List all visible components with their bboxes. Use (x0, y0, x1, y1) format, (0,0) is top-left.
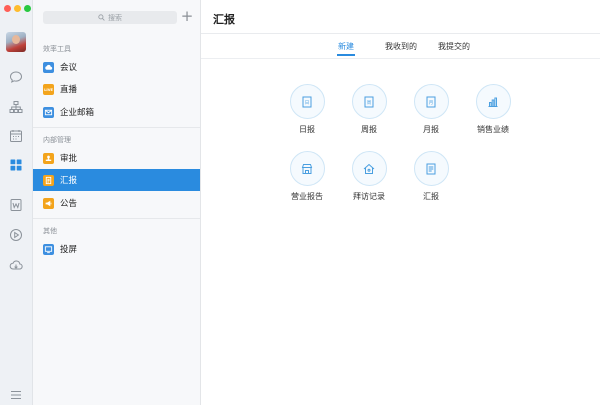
close-window-button[interactable] (4, 5, 11, 12)
template-sales-performance[interactable]: 销售业绩 (463, 84, 523, 144)
tab-received[interactable]: 我收到的 (385, 41, 417, 52)
sales-chart-icon (475, 84, 511, 119)
sidebar-item-label: 会议 (60, 63, 78, 73)
template-daily-report[interactable]: 日 日报 (277, 84, 337, 144)
section-title-other: 其他 (43, 227, 57, 235)
minimize-window-button[interactable] (14, 5, 21, 12)
tab-submitted[interactable]: 我提交的 (438, 41, 470, 52)
template-weekly-report[interactable]: 周 周报 (339, 84, 399, 144)
report-doc-icon (413, 151, 449, 186)
template-label: 汇报 (423, 192, 439, 201)
template-monthly-report[interactable]: 月 月报 (401, 84, 461, 144)
svg-text:LIVE: LIVE (44, 87, 53, 91)
approval-icon (43, 152, 54, 164)
header: 汇报 (201, 0, 600, 34)
svg-text:月: 月 (429, 100, 434, 106)
store-icon (289, 151, 325, 186)
screen-cast-icon (43, 243, 54, 255)
weekly-report-icon: 周 (351, 84, 387, 119)
template-report[interactable]: 汇报 (401, 151, 461, 211)
menu-icon[interactable] (9, 388, 23, 402)
template-label: 月报 (423, 125, 439, 134)
sidebar-item-approval[interactable]: 审批 (33, 147, 200, 169)
sidebar-divider (33, 218, 200, 219)
daily-report-icon: 日 (289, 84, 325, 119)
section-title-efficiency: 效率工具 (43, 45, 71, 53)
search-placeholder: 搜索 (108, 13, 122, 22)
report-icon (43, 174, 54, 186)
section-title-internal: 内部管理 (43, 136, 71, 144)
page-title: 汇报 (213, 13, 235, 26)
org-chart-icon[interactable] (9, 100, 23, 114)
template-label: 销售业绩 (477, 125, 509, 134)
calendar-icon[interactable] (9, 129, 23, 143)
template-visit-record[interactable]: 拜访记录 (339, 151, 399, 211)
sidebar-item-screen-cast[interactable]: 投屏 (33, 238, 200, 260)
template-label: 营业报告 (291, 192, 323, 201)
sidebar-item-report[interactable]: 汇报 (33, 169, 200, 191)
sidebar-divider (33, 127, 200, 128)
svg-text:日: 日 (305, 100, 310, 106)
sidebar-item-label: 企业邮箱 (60, 108, 95, 118)
app-rail (0, 0, 33, 405)
play-icon[interactable] (9, 228, 23, 242)
sidebar-item-live[interactable]: LIVE 直播 (33, 78, 200, 100)
sidebar-item-label: 直播 (60, 85, 78, 95)
visit-home-icon (351, 151, 387, 186)
sidebar-item-label: 汇报 (60, 176, 78, 186)
cloud-meeting-icon (43, 61, 54, 73)
template-label: 周报 (361, 125, 377, 134)
add-button[interactable]: + (179, 8, 195, 24)
template-business-report[interactable]: 营业报告 (277, 151, 337, 211)
monthly-report-icon: 月 (413, 84, 449, 119)
sidebar-item-label: 审批 (60, 154, 78, 164)
template-label: 拜访记录 (353, 192, 385, 201)
live-icon: LIVE (43, 83, 54, 95)
svg-text:周: 周 (367, 100, 372, 106)
document-w-icon[interactable] (9, 198, 23, 212)
chat-icon[interactable] (9, 70, 23, 84)
mail-icon (43, 106, 54, 118)
zoom-window-button[interactable] (24, 5, 31, 12)
search-input[interactable]: 搜索 (43, 11, 177, 24)
tab-bar: 新建 我收到的 我提交的 (201, 34, 600, 59)
sidebar-item-mail[interactable]: 企业邮箱 (33, 101, 200, 123)
announcement-icon (43, 197, 54, 209)
sidebar: 搜索 + 效率工具 会议 LIVE 直播 企业邮箱 内部管理 审批 汇报 公告 … (33, 0, 201, 405)
tab-new[interactable]: 新建 (338, 41, 354, 52)
sidebar-item-announcement[interactable]: 公告 (33, 192, 200, 214)
cloud-icon[interactable] (9, 258, 23, 272)
active-tab-indicator (337, 54, 355, 56)
sidebar-item-meeting[interactable]: 会议 (33, 56, 200, 78)
main-panel: 汇报 新建 我收到的 我提交的 日 日报 周 周报 月 月报 销售业绩 营业报告… (201, 0, 600, 405)
sidebar-item-label: 公告 (60, 199, 78, 209)
avatar[interactable] (6, 32, 26, 52)
window-controls (4, 5, 31, 12)
sidebar-item-label: 投屏 (60, 245, 78, 255)
search-icon (98, 14, 105, 21)
workbench-grid-icon[interactable] (9, 158, 23, 172)
template-label: 日报 (299, 125, 315, 134)
